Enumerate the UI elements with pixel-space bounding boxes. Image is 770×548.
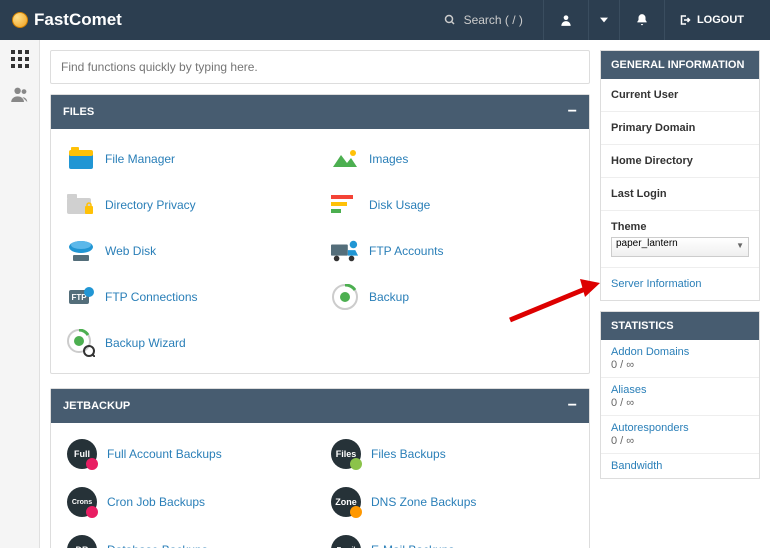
stat-aliases[interactable]: Aliases0 / ∞: [601, 378, 759, 416]
brand-text: FastComet: [34, 10, 122, 30]
jb-email-icon: Email: [331, 535, 361, 548]
grid-icon: [11, 50, 29, 68]
backup-wizard-icon: [67, 329, 95, 357]
server-information-link[interactable]: Server Information: [601, 268, 759, 300]
jb-db-icon: DB: [67, 535, 97, 548]
theme-label: Theme: [611, 221, 749, 233]
app-label: FTP Connections: [105, 290, 198, 304]
collapse-icon: −: [568, 397, 577, 415]
home-directory-label: Home Directory: [611, 155, 749, 167]
stat-addon-domains[interactable]: Addon Domains0 / ∞: [601, 340, 759, 378]
database-backups-link[interactable]: DB Database Backups: [61, 529, 315, 548]
chevron-down-icon: [600, 16, 608, 24]
general-info-title: GENERAL INFORMATION: [601, 51, 759, 79]
jb-crons-icon: Crons: [67, 487, 97, 517]
directory-privacy-link[interactable]: Directory Privacy: [61, 185, 315, 225]
user-dropdown-button[interactable]: [589, 0, 619, 40]
user-icon: [559, 13, 573, 27]
general-info-panel: GENERAL INFORMATION Current User Primary…: [600, 50, 760, 301]
app-label: Disk Usage: [369, 198, 430, 212]
bell-icon: [635, 13, 649, 27]
cron-job-backups-link[interactable]: Crons Cron Job Backups: [61, 481, 315, 523]
ftp-accounts-link[interactable]: FTP Accounts: [325, 231, 579, 271]
app-label: Backup Wizard: [105, 336, 186, 350]
jb-full-icon: Full: [67, 439, 97, 469]
ftp-connections-icon: FTP: [67, 283, 95, 311]
app-label: Database Backups: [107, 543, 208, 548]
app-label: FTP Accounts: [369, 244, 443, 258]
brand-logo[interactable]: FastComet: [12, 10, 122, 30]
files-backups-link[interactable]: Files Files Backups: [325, 433, 579, 475]
app-label: Images: [369, 152, 408, 166]
app-label: Cron Job Backups: [107, 495, 205, 509]
backup-link[interactable]: Backup: [325, 277, 579, 317]
stat-autoresponders[interactable]: Autoresponders0 / ∞: [601, 416, 759, 454]
users-button[interactable]: [10, 86, 30, 102]
files-panel-header[interactable]: FILES −: [51, 95, 589, 129]
disk-usage-icon: [331, 191, 359, 219]
chevron-down-icon: ▼: [736, 241, 744, 250]
collapse-icon: −: [568, 103, 577, 121]
notifications-button[interactable]: [620, 0, 664, 40]
ftp-connections-link[interactable]: FTP FTP Connections: [61, 277, 315, 317]
images-link[interactable]: Images: [325, 139, 579, 179]
logout-icon: [679, 14, 691, 26]
dns-zone-backups-link[interactable]: Zone DNS Zone Backups: [325, 481, 579, 523]
files-panel-title: FILES: [63, 106, 94, 118]
app-label: Files Backups: [371, 447, 446, 461]
quick-search-input[interactable]: [50, 50, 590, 84]
search-icon: [444, 14, 456, 26]
directory-privacy-icon: [67, 191, 95, 219]
jb-files-icon: Files: [331, 439, 361, 469]
left-sidebar: [0, 40, 40, 548]
app-label: E-Mail Backups: [371, 543, 454, 548]
app-label: Backup: [369, 290, 409, 304]
files-panel: FILES − File Manager Images Directory Pr…: [50, 94, 590, 374]
app-label: DNS Zone Backups: [371, 495, 476, 509]
web-disk-icon: [67, 237, 95, 265]
right-sidebar: GENERAL INFORMATION Current User Primary…: [600, 40, 770, 548]
file-manager-icon: [67, 145, 95, 173]
app-label: Web Disk: [105, 244, 156, 258]
logout-button[interactable]: LOGOUT: [665, 0, 758, 40]
top-bar: FastComet Search ( / ) LOGOUT: [0, 0, 770, 40]
primary-domain-label: Primary Domain: [611, 122, 749, 134]
logo-icon: [12, 12, 28, 28]
jetbackup-panel: JETBACKUP − Full Full Account Backups Fi…: [50, 388, 590, 548]
backup-wizard-link[interactable]: Backup Wizard: [61, 323, 315, 363]
jetbackup-panel-header[interactable]: JETBACKUP −: [51, 389, 589, 423]
logout-label: LOGOUT: [697, 14, 744, 26]
top-search[interactable]: Search ( / ): [444, 13, 543, 27]
users-icon: [10, 86, 30, 102]
stat-bandwidth[interactable]: Bandwidth: [601, 454, 759, 478]
last-login-label: Last Login: [611, 188, 749, 200]
backup-icon: [331, 283, 359, 311]
web-disk-link[interactable]: Web Disk: [61, 231, 315, 271]
statistics-title: STATISTICS: [601, 312, 759, 340]
current-user-label: Current User: [611, 89, 749, 101]
user-menu-button[interactable]: [544, 0, 588, 40]
ftp-accounts-icon: [331, 237, 359, 265]
email-backups-link[interactable]: Email E-Mail Backups: [325, 529, 579, 548]
theme-value: paper_lantern: [616, 238, 678, 249]
file-manager-link[interactable]: File Manager: [61, 139, 315, 179]
disk-usage-link[interactable]: Disk Usage: [325, 185, 579, 225]
images-icon: [331, 145, 359, 173]
statistics-panel: STATISTICS Addon Domains0 / ∞ Aliases0 /…: [600, 311, 760, 479]
app-label: Directory Privacy: [105, 198, 196, 212]
main-content: FILES − File Manager Images Directory Pr…: [40, 40, 600, 548]
top-search-placeholder: Search ( / ): [464, 13, 523, 27]
app-label: Full Account Backups: [107, 447, 222, 461]
apps-grid-button[interactable]: [11, 50, 29, 68]
app-label: File Manager: [105, 152, 175, 166]
theme-select[interactable]: paper_lantern ▼: [611, 237, 749, 257]
jb-zone-icon: Zone: [331, 487, 361, 517]
jetbackup-panel-title: JETBACKUP: [63, 400, 130, 412]
full-account-backups-link[interactable]: Full Full Account Backups: [61, 433, 315, 475]
